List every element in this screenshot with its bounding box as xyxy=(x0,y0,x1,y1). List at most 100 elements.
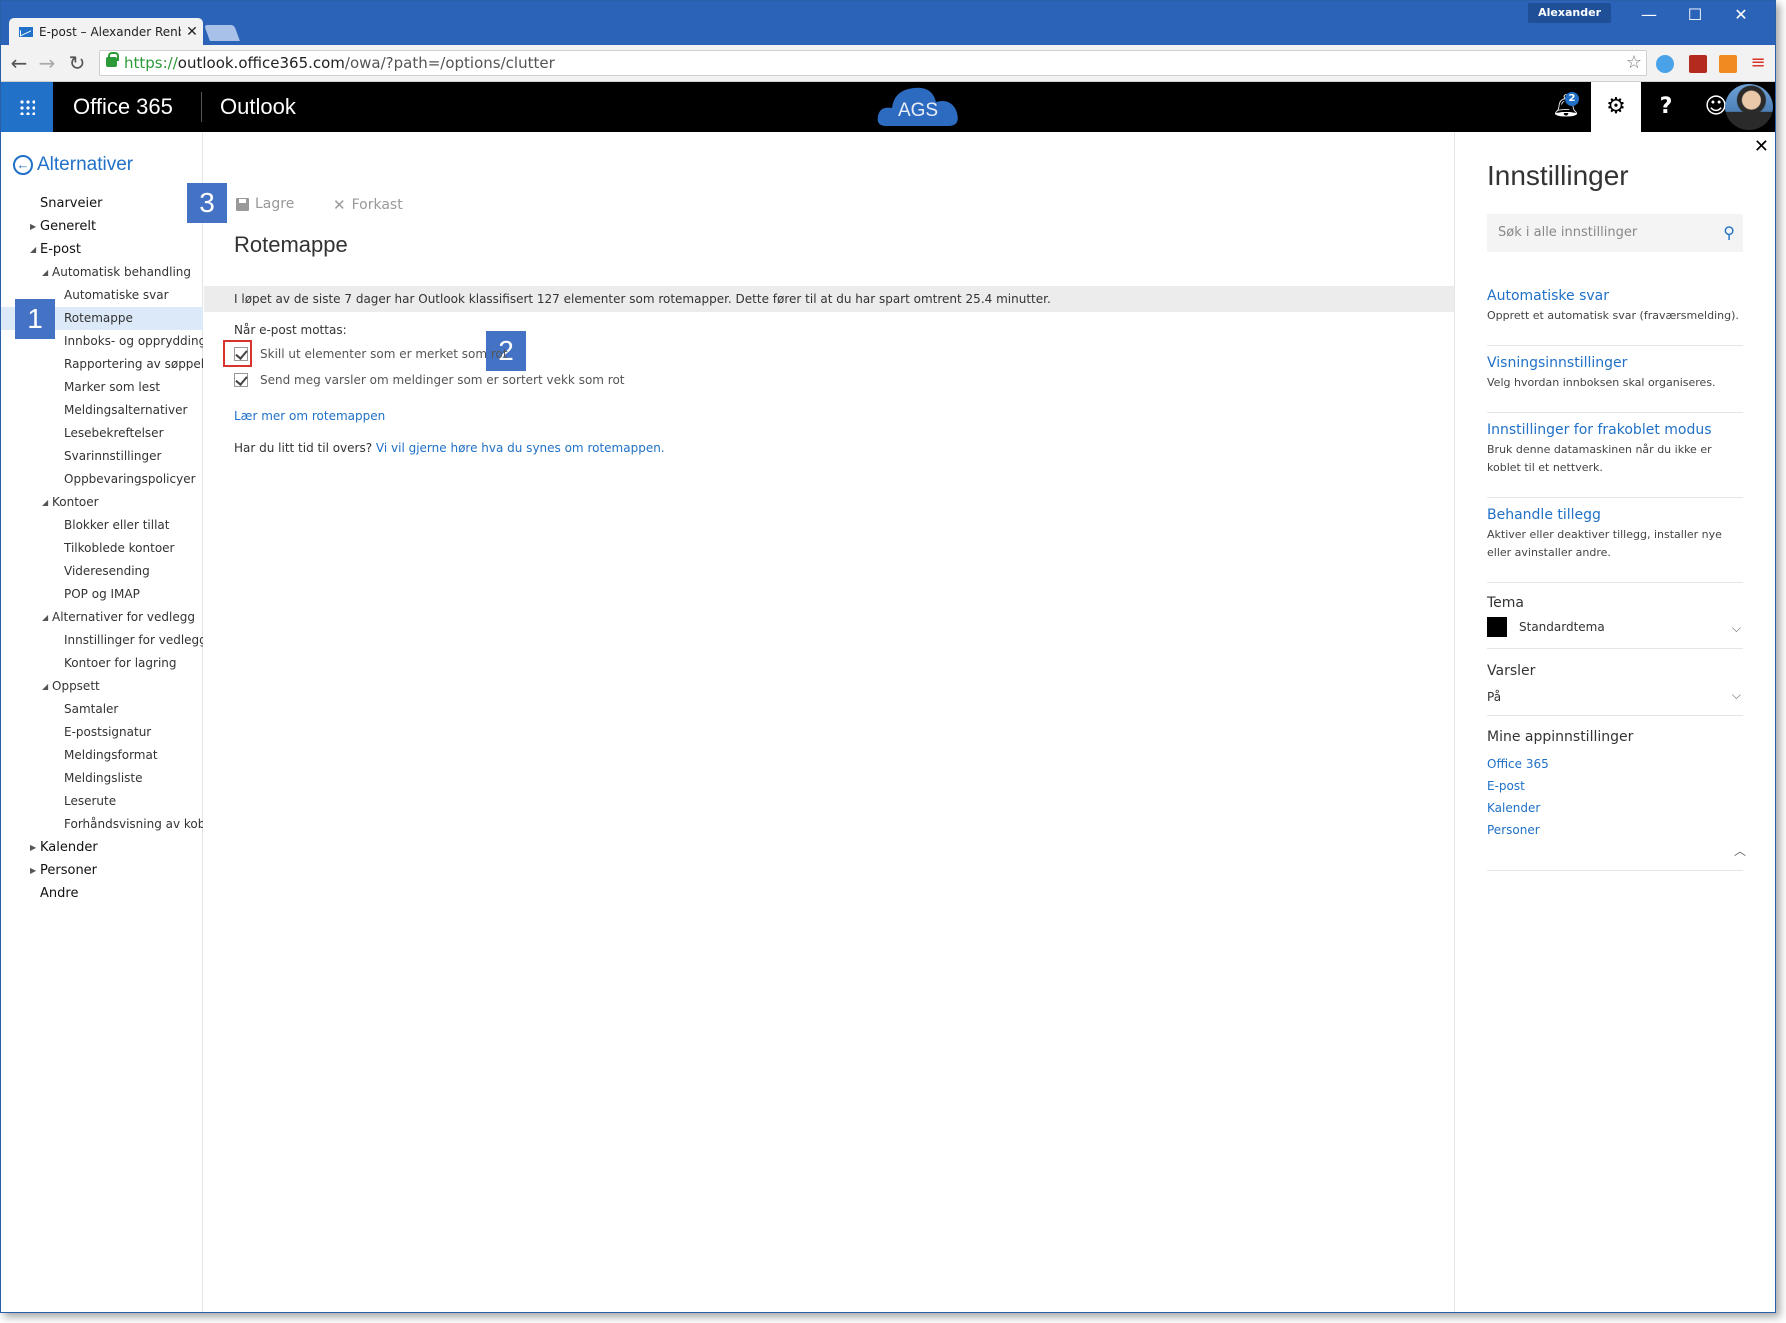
nav-item[interactable]: ◢ Kontoer xyxy=(1,491,203,514)
office-suite-bar: Office 365 Outlook AGS 🔔︎ 2 ⚙ ? ☺ xyxy=(1,82,1775,132)
manage-addins-setting[interactable]: Behandle tillegg Aktiver eller deaktiver… xyxy=(1487,507,1743,583)
notifications-dropdown[interactable]: På ⌵ xyxy=(1487,688,1743,706)
setting-desc: Velg hvordan innboksen skal organiseres. xyxy=(1487,376,1716,389)
feedback-link[interactable]: Vi vil gjerne høre hva du synes om rotem… xyxy=(376,441,665,455)
browser-user-badge[interactable]: Alexander xyxy=(1528,3,1611,23)
nav-item[interactable]: POP og IMAP xyxy=(1,583,203,606)
nav-item[interactable]: ◢ E-post xyxy=(1,238,203,261)
setting-title[interactable]: Behandle tillegg xyxy=(1487,507,1743,523)
close-window-icon[interactable]: ✕ xyxy=(1719,3,1763,27)
nav-item[interactable]: Meldingsalternativer xyxy=(1,399,203,422)
new-tab-button[interactable] xyxy=(204,25,240,41)
learn-more-link[interactable]: Lær mer om rotemappen xyxy=(234,409,385,423)
nav-item-label: Oppsett xyxy=(52,679,100,693)
app-link-calendar[interactable]: Kalender xyxy=(1487,801,1540,815)
reload-icon[interactable]: ↻ xyxy=(65,51,89,75)
separate-clutter-option[interactable]: Skill ut elementer som er merket som rot xyxy=(234,347,508,361)
nav-item[interactable]: Snarveier xyxy=(1,192,203,215)
display-settings[interactable]: Visningsinnstillinger Velg hvordan innbo… xyxy=(1487,355,1743,413)
settings-button[interactable]: ⚙ xyxy=(1591,82,1641,132)
collapse-arrow-icon[interactable]: ◢ xyxy=(30,238,36,261)
collapse-arrow-icon[interactable]: ◢ xyxy=(42,491,48,514)
clutter-notifications-checkbox[interactable] xyxy=(234,373,248,387)
address-bar[interactable]: https://outlook.office365.com/owa/?path=… xyxy=(99,50,1647,76)
back-to-alternatives-link[interactable]: ← Alternativer xyxy=(13,154,133,176)
chevron-up-icon[interactable]: ︿ xyxy=(1734,842,1746,859)
nav-item[interactable]: ◢ Alternativer for vedlegg xyxy=(1,606,203,629)
nav-item[interactable]: Kontoer for lagring xyxy=(1,652,203,675)
nav-item[interactable]: ▶ Personer xyxy=(1,859,203,882)
nav-item[interactable]: Rapportering av søppelpost xyxy=(1,353,203,376)
ags-cloud-logo: AGS xyxy=(877,87,958,126)
nav-item-label: Personer xyxy=(40,863,98,878)
setting-title[interactable]: Innstillinger for frakoblet modus xyxy=(1487,422,1743,438)
auto-reply-setting[interactable]: Automatiske svar Opprett et automatisk s… xyxy=(1487,288,1743,346)
collapse-arrow-icon[interactable]: ◢ xyxy=(42,261,48,284)
tab-title: E-post – Alexander Renbe xyxy=(39,25,181,39)
nav-item[interactable]: Andre xyxy=(1,882,203,905)
nav-item[interactable]: ▶ Generelt xyxy=(1,215,203,238)
back-icon[interactable]: ← xyxy=(7,51,31,75)
setting-title[interactable]: Visningsinnstillinger xyxy=(1487,355,1743,371)
nav-item[interactable]: Marker som lest xyxy=(1,376,203,399)
nav-item[interactable]: ◢ Oppsett xyxy=(1,675,203,698)
nav-item[interactable]: Samtaler xyxy=(1,698,203,721)
setting-desc: Aktiver eller deaktiver tillegg, install… xyxy=(1487,528,1722,559)
feedback-prefix: Har du litt tid til overs? xyxy=(234,441,373,455)
nav-item[interactable]: ▶ Kalender xyxy=(1,836,203,859)
nav-item[interactable]: E-postsignatur xyxy=(1,721,203,744)
nav-item-label: Tilkoblede kontoer xyxy=(64,541,175,555)
nav-item-label: Svarinnstillinger xyxy=(64,449,162,463)
nav-item[interactable]: Leserute xyxy=(1,790,203,813)
collapse-arrow-icon[interactable]: ◢ xyxy=(42,675,48,698)
offline-settings[interactable]: Innstillinger for frakoblet modus Bruk d… xyxy=(1487,422,1743,498)
search-icon[interactable]: ⚲ xyxy=(1723,214,1735,252)
onedrive-extension-icon[interactable] xyxy=(1656,55,1674,73)
discard-button[interactable]: ✕ Forkast xyxy=(333,196,403,214)
nav-item[interactable]: Forhåndsvisning av koblinger xyxy=(1,813,203,836)
nav-item[interactable]: Innstillinger for vedlegg xyxy=(1,629,203,652)
theme-dropdown[interactable]: Standardtema ⌵ xyxy=(1487,616,1743,638)
minimize-icon[interactable]: — xyxy=(1627,3,1671,27)
analytics-extension-icon[interactable] xyxy=(1719,55,1737,73)
app-link-mail[interactable]: E-post xyxy=(1487,779,1525,793)
tab-close-icon[interactable]: ✕ xyxy=(181,24,203,40)
nav-item[interactable]: Svarinnstillinger xyxy=(1,445,203,468)
expand-arrow-icon[interactable]: ▶ xyxy=(30,859,36,882)
nav-item[interactable]: Blokker eller tillat xyxy=(1,514,203,537)
nav-item[interactable]: Lesebekreftelser xyxy=(1,422,203,445)
nav-item-label: Kontoer xyxy=(52,495,99,509)
clutter-notifications-option[interactable]: Send meg varsler om meldinger som er sor… xyxy=(234,373,625,387)
setting-title[interactable]: Automatiske svar xyxy=(1487,288,1743,304)
avatar[interactable] xyxy=(1725,84,1773,130)
notifications-button[interactable]: 🔔︎ 2 xyxy=(1541,82,1591,132)
app-link-office365[interactable]: Office 365 xyxy=(1487,757,1549,771)
app-launcher-button[interactable] xyxy=(1,82,53,132)
browser-tab-active[interactable]: E-post – Alexander Renbe ✕ xyxy=(9,18,203,46)
expand-arrow-icon[interactable]: ▶ xyxy=(30,215,36,238)
nav-item[interactable]: ◢ Automatisk behandling xyxy=(1,261,203,284)
star-icon[interactable]: ☆ xyxy=(1626,51,1642,75)
close-settings-icon[interactable]: ✕ xyxy=(1754,136,1769,157)
search-placeholder: Søk i alle innstillinger xyxy=(1498,225,1638,240)
nav-item[interactable]: Meldingsliste xyxy=(1,767,203,790)
separate-clutter-checkbox[interactable] xyxy=(234,347,248,361)
forward-icon[interactable]: → xyxy=(35,51,59,75)
page-title: Rotemappe xyxy=(234,232,348,257)
maximize-icon[interactable]: ☐ xyxy=(1673,3,1717,27)
nav-item[interactable]: Videresending xyxy=(1,560,203,583)
settings-search-input[interactable]: Søk i alle innstillinger ⚲ xyxy=(1487,214,1743,252)
expand-arrow-icon[interactable]: ▶ xyxy=(30,836,36,859)
chevron-down-icon: ⌵ xyxy=(1731,621,1741,635)
outlook-app-title[interactable]: Outlook xyxy=(220,82,296,132)
collapse-arrow-icon[interactable]: ◢ xyxy=(42,606,48,629)
app-link-people[interactable]: Personer xyxy=(1487,823,1540,837)
nav-item[interactable]: Tilkoblede kontoer xyxy=(1,537,203,560)
help-button[interactable]: ? xyxy=(1641,82,1691,132)
pdf-extension-icon[interactable] xyxy=(1689,55,1707,73)
nav-item[interactable]: Oppbevaringspolicyer xyxy=(1,468,203,491)
save-button[interactable]: Lagre xyxy=(236,196,294,212)
nav-item[interactable]: Meldingsformat xyxy=(1,744,203,767)
office-365-link[interactable]: Office 365 xyxy=(73,82,173,132)
menu-icon[interactable]: ≡ xyxy=(1749,54,1767,73)
